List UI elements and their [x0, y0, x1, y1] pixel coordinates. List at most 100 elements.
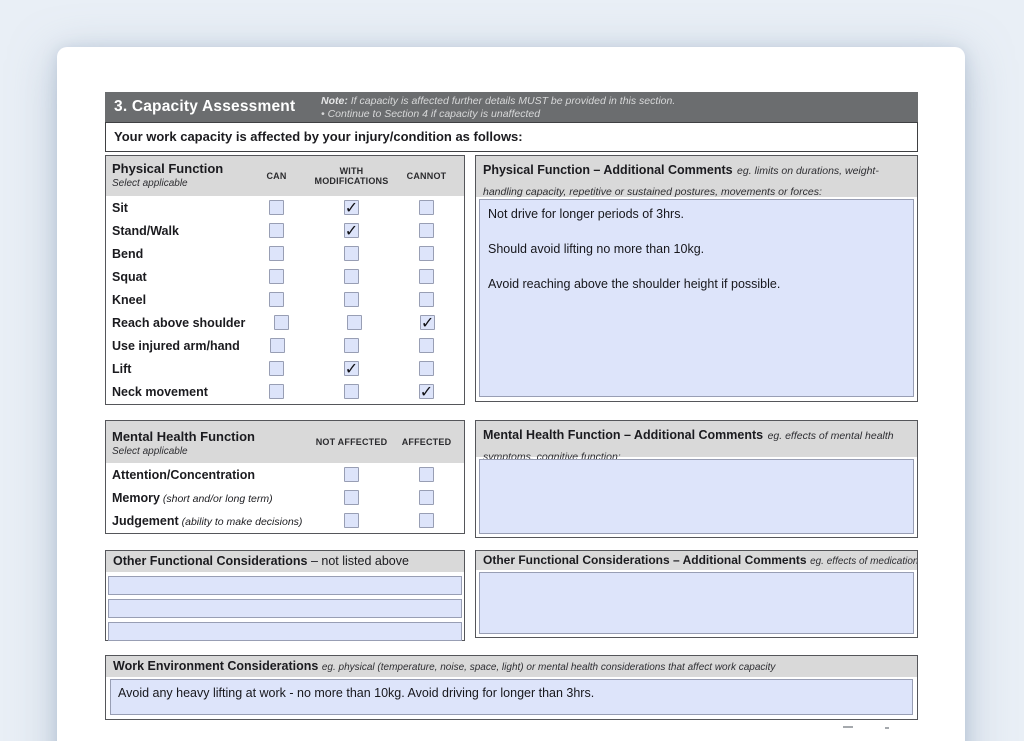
other-considerations-box: Other Functional Considerations – not li… [105, 550, 465, 641]
other-comments-header: Other Functional Considerations – Additi… [476, 551, 917, 570]
other-consideration-input[interactable] [108, 576, 462, 595]
table-row: Squat [106, 265, 464, 288]
checkbox-cannot[interactable] [419, 223, 434, 238]
other-considerations-suffix: – not listed above [307, 554, 408, 568]
checkbox-cannot[interactable] [419, 246, 434, 261]
physical-function-header: Physical Function Select applicable CAN … [106, 156, 464, 196]
checkbox-can[interactable] [269, 246, 284, 261]
mental-health-table: Mental Health Function Select applicable… [105, 420, 465, 534]
checkbox-can[interactable] [274, 315, 289, 330]
checkbox-with-modifications[interactable]: ✓ [344, 223, 359, 238]
row-label: Use injured arm/hand [106, 339, 240, 353]
checkbox-with-modifications[interactable] [344, 292, 359, 307]
comment-line: Not drive for longer periods of 3hrs. [488, 207, 905, 221]
checkbox-cannot[interactable] [419, 200, 434, 215]
section-title: 3. Capacity Assessment [114, 92, 295, 122]
table-row: Neck movement ✓ [106, 380, 464, 403]
intro-statement: Your work capacity is affected by your i… [105, 122, 918, 152]
checkbox-cannot[interactable]: ✓ [419, 384, 434, 399]
checkbox-not-affected[interactable] [344, 467, 359, 482]
mental-health-header: Mental Health Function Select applicable… [106, 421, 464, 463]
row-label: Memory (short and/or long term) [106, 491, 314, 505]
checkbox-can[interactable] [270, 338, 285, 353]
other-comments-box: Other Functional Considerations – Additi… [475, 550, 918, 638]
checkbox-can[interactable] [269, 384, 284, 399]
checkbox-with-modifications[interactable] [344, 269, 359, 284]
checkbox-can[interactable] [269, 361, 284, 376]
row-label: Judgement (ability to make decisions) [106, 514, 314, 528]
work-environment-field[interactable]: Avoid any heavy lifting at work - no mor… [110, 679, 913, 715]
checkbox-with-modifications[interactable]: ✓ [344, 200, 359, 215]
other-considerations-title: Other Functional Considerations [113, 554, 307, 568]
physical-comments-header: Physical Function – Additional Comments … [476, 156, 917, 197]
work-environment-title: Work Environment Considerations [113, 659, 318, 673]
mental-comments-header: Mental Health Function – Additional Comm… [476, 421, 917, 457]
checkbox-can[interactable] [269, 200, 284, 215]
row-label: Squat [106, 270, 239, 284]
row-label: Bend [106, 247, 239, 261]
physical-function-table: Physical Function Select applicable CAN … [105, 155, 465, 405]
other-comments-title: Other Functional Considerations – Additi… [483, 553, 807, 567]
physical-function-title-cell: Physical Function Select applicable [106, 156, 239, 196]
table-row: Attention/Concentration [106, 463, 464, 486]
column-header-not-affected: NOT AFFECTED [314, 421, 389, 463]
checkbox-can[interactable] [269, 292, 284, 307]
checkbox-cannot[interactable] [419, 269, 434, 284]
checkbox-not-affected[interactable] [344, 490, 359, 505]
work-environment-hint: eg. physical (temperature, noise, space,… [322, 662, 776, 673]
checkbox-cannot[interactable] [419, 361, 434, 376]
row-label: Stand/Walk [106, 224, 239, 238]
physical-function-title: Physical Function [112, 161, 239, 176]
checkbox-with-modifications[interactable] [344, 246, 359, 261]
other-comments-hint: eg. effects of medication: [810, 556, 917, 567]
physical-comments-box: Physical Function – Additional Comments … [475, 155, 918, 402]
table-row: Bend [106, 242, 464, 265]
row-label: Kneel [106, 293, 239, 307]
checkbox-can[interactable] [269, 269, 284, 284]
page-footer-artifact [843, 726, 853, 728]
checkbox-with-modifications[interactable] [347, 315, 362, 330]
mental-health-title: Mental Health Function [112, 429, 314, 444]
comment-line: Avoid reaching above the shoulder height… [488, 277, 905, 291]
other-considerations-header: Other Functional Considerations – not li… [106, 551, 464, 572]
checkbox-cannot[interactable] [419, 292, 434, 307]
physical-comments-field[interactable]: Not drive for longer periods of 3hrs. Sh… [479, 199, 914, 397]
work-environment-header: Work Environment Considerations eg. phys… [106, 656, 917, 677]
checkbox-cannot[interactable]: ✓ [420, 315, 435, 330]
table-row: Kneel [106, 288, 464, 311]
column-header-affected: AFFECTED [389, 421, 464, 463]
other-comments-field[interactable] [479, 572, 914, 634]
mental-health-title-cell: Mental Health Function Select applicable [106, 421, 314, 463]
column-header-cannot: CANNOT [389, 156, 464, 196]
table-row: Judgement (ability to make decisions) [106, 509, 464, 532]
row-label: Lift [106, 362, 239, 376]
row-label: Neck movement [106, 385, 239, 399]
checkbox-not-affected[interactable] [344, 513, 359, 528]
checkbox-cannot[interactable] [419, 338, 434, 353]
physical-comments-title: Physical Function – Additional Comments [483, 163, 733, 177]
physical-function-subtitle: Select applicable [112, 178, 239, 189]
section-note-line1: Note: If capacity is affected further de… [321, 95, 911, 108]
other-consideration-input[interactable] [108, 599, 462, 618]
section-note: Note: If capacity is affected further de… [321, 95, 911, 121]
column-header-can: CAN [239, 156, 314, 196]
table-row: Lift ✓ [106, 357, 464, 380]
section-note-line2: • Continue to Section 4 if capacity is u… [321, 108, 911, 121]
checkbox-affected[interactable] [419, 467, 434, 482]
checkbox-affected[interactable] [419, 490, 434, 505]
checkbox-can[interactable] [269, 223, 284, 238]
checkbox-with-modifications[interactable] [344, 338, 359, 353]
checkbox-with-modifications[interactable]: ✓ [344, 361, 359, 376]
table-row: Stand/Walk ✓ [106, 219, 464, 242]
mental-comments-field[interactable] [479, 459, 914, 534]
other-consideration-input[interactable] [108, 622, 462, 641]
checkbox-with-modifications[interactable] [344, 384, 359, 399]
section-header: 3. Capacity Assessment Note: If capacity… [105, 92, 918, 122]
row-label: Attention/Concentration [106, 468, 314, 482]
checkbox-affected[interactable] [419, 513, 434, 528]
work-environment-box: Work Environment Considerations eg. phys… [105, 655, 918, 720]
row-label: Sit [106, 201, 239, 215]
table-row: Memory (short and/or long term) [106, 486, 464, 509]
mental-health-subtitle: Select applicable [112, 446, 314, 457]
row-label: Reach above shoulder [106, 316, 245, 330]
